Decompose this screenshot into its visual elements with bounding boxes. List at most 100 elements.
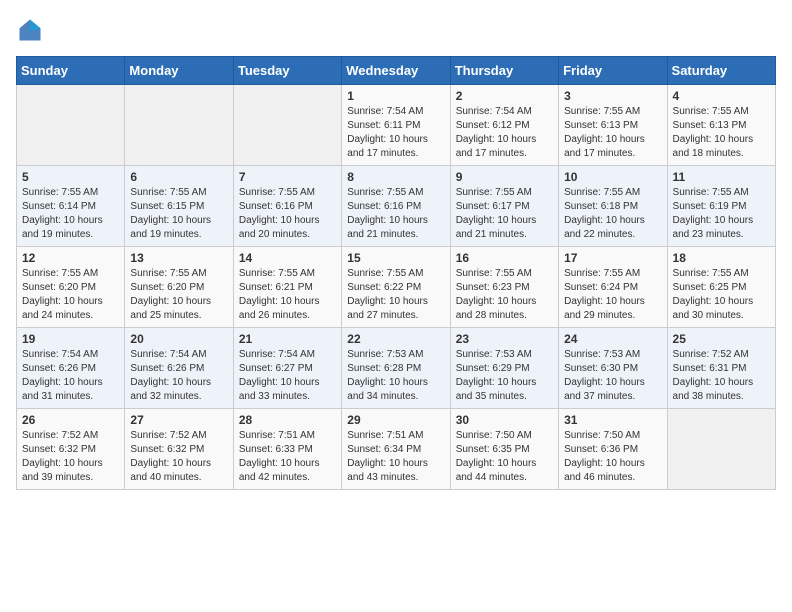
day-number: 4 [673, 89, 770, 103]
day-info: Sunrise: 7:55 AM Sunset: 6:21 PM Dayligh… [239, 267, 336, 323]
day-info: Sunrise: 7:53 AM Sunset: 6:30 PM Dayligh… [564, 348, 661, 404]
calendar-table: SundayMondayTuesdayWednesdayThursdayFrid… [16, 56, 776, 490]
calendar-cell: 6 Sunrise: 7:55 AM Sunset: 6:15 PM Daylig… [125, 166, 233, 247]
calendar-cell: 13Sunrise: 7:55 AM Sunset: 6:20 PM Dayli… [125, 247, 233, 328]
day-number: 22 [347, 332, 444, 346]
day-number: 3 [564, 89, 661, 103]
day-number: 17 [564, 251, 661, 265]
day-info: Sunrise: 7:52 AM Sunset: 6:31 PM Dayligh… [673, 348, 770, 404]
calendar-cell: 23 Sunrise: 7:53 AM Sunset: 6:29 PM Dayli… [450, 328, 558, 409]
day-number: 5 [22, 170, 119, 184]
day-number: 1 [347, 89, 444, 103]
week-row-5: 26 Sunrise: 7:52 AM Sunset: 6:32 PM Dayli… [17, 409, 776, 490]
week-row-1: 1Sunrise: 7:54 AM Sunset: 6:11 PM Daylig… [17, 85, 776, 166]
logo-icon [16, 16, 44, 44]
day-info: Sunrise: 7:54 AM Sunset: 6:12 PM Dayligh… [456, 105, 553, 161]
day-info: Sunrise: 7:51 AM Sunset: 6:34 PM Dayligh… [347, 429, 444, 485]
week-row-3: 12 Sunrise: 7:55 AM Sunset: 6:20 PM Dayli… [17, 247, 776, 328]
calendar-cell: 1Sunrise: 7:54 AM Sunset: 6:11 PM Daylig… [342, 85, 450, 166]
calendar-cell: 29Sunrise: 7:51 AM Sunset: 6:34 PM Dayli… [342, 409, 450, 490]
day-info: Sunrise: 7:50 AM Sunset: 6:36 PM Dayligh… [564, 429, 661, 485]
day-number: 2 [456, 89, 553, 103]
day-number: 16 [456, 251, 553, 265]
day-number: 19 [22, 332, 119, 346]
day-number: 14 [239, 251, 336, 265]
day-number: 15 [347, 251, 444, 265]
day-info: Sunrise: 7:55 AM Sunset: 6:15 PM Dayligh… [130, 186, 227, 242]
day-info: Sunrise: 7:55 AM Sunset: 6:18 PM Dayligh… [564, 186, 661, 242]
day-number: 28 [239, 413, 336, 427]
calendar-cell: 10 Sunrise: 7:55 AM Sunset: 6:18 PM Dayli… [559, 166, 667, 247]
day-info: Sunrise: 7:55 AM Sunset: 6:16 PM Dayligh… [347, 186, 444, 242]
week-row-2: 5 Sunrise: 7:55 AM Sunset: 6:14 PM Daylig… [17, 166, 776, 247]
calendar-cell: 7 Sunrise: 7:55 AM Sunset: 6:16 PM Daylig… [233, 166, 341, 247]
calendar-cell: 3 Sunrise: 7:55 AM Sunset: 6:13 PM Daylig… [559, 85, 667, 166]
day-info: Sunrise: 7:52 AM Sunset: 6:32 PM Dayligh… [130, 429, 227, 485]
day-info: Sunrise: 7:55 AM Sunset: 6:22 PM Dayligh… [347, 267, 444, 323]
day-info: Sunrise: 7:55 AM Sunset: 6:13 PM Dayligh… [564, 105, 661, 161]
day-info: Sunrise: 7:55 AM Sunset: 6:16 PM Dayligh… [239, 186, 336, 242]
calendar-cell: 27 Sunrise: 7:52 AM Sunset: 6:32 PM Dayli… [125, 409, 233, 490]
day-number: 25 [673, 332, 770, 346]
calendar-cell: 22 Sunrise: 7:53 AM Sunset: 6:28 PM Dayli… [342, 328, 450, 409]
calendar-cell: 11Sunrise: 7:55 AM Sunset: 6:19 PM Dayli… [667, 166, 775, 247]
weekday-header-tuesday: Tuesday [233, 57, 341, 85]
calendar-cell: 15 Sunrise: 7:55 AM Sunset: 6:22 PM Dayli… [342, 247, 450, 328]
day-number: 27 [130, 413, 227, 427]
calendar-cell: 28 Sunrise: 7:51 AM Sunset: 6:33 PM Dayli… [233, 409, 341, 490]
calendar-cell: 31Sunrise: 7:50 AM Sunset: 6:36 PM Dayli… [559, 409, 667, 490]
logo [16, 16, 48, 44]
day-number: 20 [130, 332, 227, 346]
day-info: Sunrise: 7:55 AM Sunset: 6:24 PM Dayligh… [564, 267, 661, 323]
day-info: Sunrise: 7:53 AM Sunset: 6:28 PM Dayligh… [347, 348, 444, 404]
calendar-cell: 8Sunrise: 7:55 AM Sunset: 6:16 PM Daylig… [342, 166, 450, 247]
day-info: Sunrise: 7:55 AM Sunset: 6:19 PM Dayligh… [673, 186, 770, 242]
weekday-header-thursday: Thursday [450, 57, 558, 85]
day-info: Sunrise: 7:55 AM Sunset: 6:14 PM Dayligh… [22, 186, 119, 242]
day-info: Sunrise: 7:55 AM Sunset: 6:25 PM Dayligh… [673, 267, 770, 323]
calendar-cell: 18 Sunrise: 7:55 AM Sunset: 6:25 PM Dayli… [667, 247, 775, 328]
day-info: Sunrise: 7:55 AM Sunset: 6:17 PM Dayligh… [456, 186, 553, 242]
day-number: 6 [130, 170, 227, 184]
calendar-cell: 2 Sunrise: 7:54 AM Sunset: 6:12 PM Daylig… [450, 85, 558, 166]
day-info: Sunrise: 7:54 AM Sunset: 6:26 PM Dayligh… [130, 348, 227, 404]
day-number: 13 [130, 251, 227, 265]
weekday-header-saturday: Saturday [667, 57, 775, 85]
calendar-cell: 20 Sunrise: 7:54 AM Sunset: 6:26 PM Dayli… [125, 328, 233, 409]
day-info: Sunrise: 7:53 AM Sunset: 6:29 PM Dayligh… [456, 348, 553, 404]
day-info: Sunrise: 7:51 AM Sunset: 6:33 PM Dayligh… [239, 429, 336, 485]
calendar-cell: 17 Sunrise: 7:55 AM Sunset: 6:24 PM Dayli… [559, 247, 667, 328]
day-number: 7 [239, 170, 336, 184]
day-info: Sunrise: 7:55 AM Sunset: 6:20 PM Dayligh… [22, 267, 119, 323]
day-info: Sunrise: 7:50 AM Sunset: 6:35 PM Dayligh… [456, 429, 553, 485]
day-info: Sunrise: 7:52 AM Sunset: 6:32 PM Dayligh… [22, 429, 119, 485]
calendar-cell: 16 Sunrise: 7:55 AM Sunset: 6:23 PM Dayli… [450, 247, 558, 328]
calendar-cell [667, 409, 775, 490]
day-number: 18 [673, 251, 770, 265]
day-number: 9 [456, 170, 553, 184]
week-row-4: 19 Sunrise: 7:54 AM Sunset: 6:26 PM Dayli… [17, 328, 776, 409]
day-number: 24 [564, 332, 661, 346]
day-number: 10 [564, 170, 661, 184]
calendar-cell: 30 Sunrise: 7:50 AM Sunset: 6:35 PM Dayli… [450, 409, 558, 490]
calendar-cell: 9 Sunrise: 7:55 AM Sunset: 6:17 PM Daylig… [450, 166, 558, 247]
day-number: 23 [456, 332, 553, 346]
calendar-cell: 12 Sunrise: 7:55 AM Sunset: 6:20 PM Dayli… [17, 247, 125, 328]
calendar-cell: 25 Sunrise: 7:52 AM Sunset: 6:31 PM Dayli… [667, 328, 775, 409]
day-number: 12 [22, 251, 119, 265]
calendar-cell: 5 Sunrise: 7:55 AM Sunset: 6:14 PM Daylig… [17, 166, 125, 247]
calendar-cell [233, 85, 341, 166]
calendar-cell: 4 Sunrise: 7:55 AM Sunset: 6:13 PM Daylig… [667, 85, 775, 166]
day-number: 30 [456, 413, 553, 427]
day-info: Sunrise: 7:54 AM Sunset: 6:26 PM Dayligh… [22, 348, 119, 404]
weekday-header-wednesday: Wednesday [342, 57, 450, 85]
weekday-header-monday: Monday [125, 57, 233, 85]
calendar-cell [125, 85, 233, 166]
calendar-cell: 26 Sunrise: 7:52 AM Sunset: 6:32 PM Dayli… [17, 409, 125, 490]
day-number: 26 [22, 413, 119, 427]
day-info: Sunrise: 7:54 AM Sunset: 6:27 PM Dayligh… [239, 348, 336, 404]
calendar-cell [17, 85, 125, 166]
day-number: 21 [239, 332, 336, 346]
day-info: Sunrise: 7:55 AM Sunset: 6:13 PM Dayligh… [673, 105, 770, 161]
day-info: Sunrise: 7:55 AM Sunset: 6:23 PM Dayligh… [456, 267, 553, 323]
